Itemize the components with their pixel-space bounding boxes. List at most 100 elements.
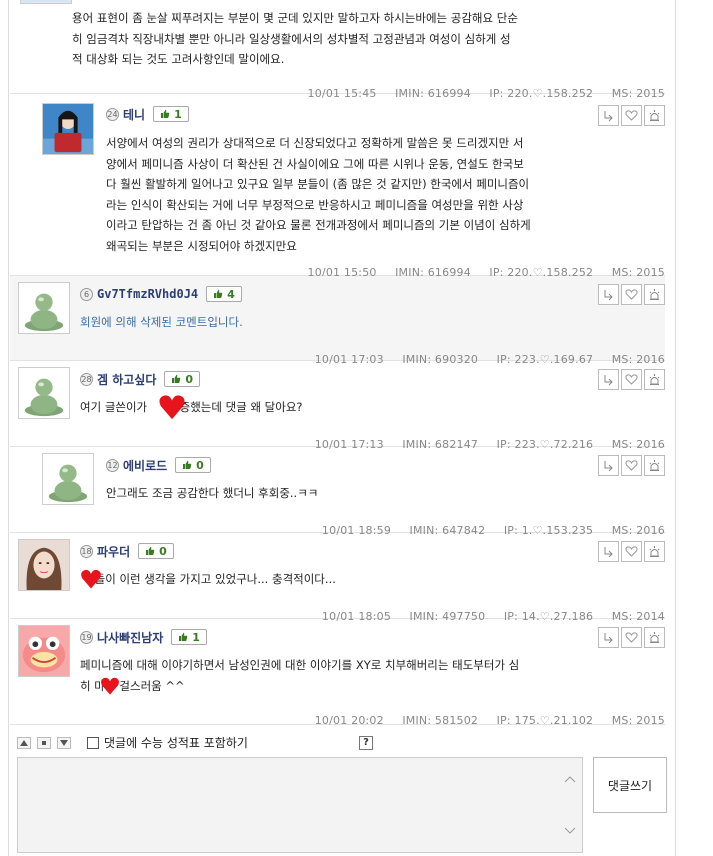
like-button[interactable]: 0: [164, 371, 201, 387]
avatar[interactable]: [18, 282, 70, 334]
heart-button[interactable]: [621, 369, 642, 390]
reply-arrow-icon: [604, 290, 613, 301]
move-top-button[interactable]: [37, 737, 51, 749]
reply-arrow-icon: [604, 111, 613, 122]
comment-date: 10/01 20:02: [314, 714, 384, 727]
heart-outline-icon: [625, 632, 638, 643]
heart-outline-icon: [625, 546, 638, 557]
like-button[interactable]: 0: [175, 457, 211, 473]
heart-button[interactable]: [621, 627, 642, 648]
comment-header: 24 테니 1: [106, 105, 189, 123]
triangle-down-icon: [60, 740, 68, 746]
nickname[interactable]: 테니: [123, 106, 145, 123]
like-count: 4: [227, 287, 235, 301]
comment-ip: IP: 175.♡.21.102: [496, 714, 594, 727]
include-score-checkbox[interactable]: [87, 737, 99, 749]
comment-text: 안그래도 조금 공감한다 했더니 후회중..ㅋㅋ: [106, 486, 319, 500]
like-count: 0: [159, 544, 167, 558]
siren-icon: [649, 632, 660, 643]
comment-item: 19 나사빠진남자 1 페미니즘에 대해 이야기하면서 남성인권에 대한 이야기…: [10, 619, 665, 727]
reply-arrow-icon: [604, 461, 613, 472]
like-button[interactable]: 4: [206, 286, 242, 302]
level-badge: 6: [80, 287, 93, 301]
move-down-button[interactable]: [57, 737, 71, 749]
thumbs-up-icon: [146, 546, 155, 555]
comment-text: 회원에 의해 삭제된 코멘트입니다.: [80, 315, 243, 329]
reply-arrow-icon: [604, 547, 613, 558]
heart-button[interactable]: [621, 455, 642, 476]
avatar[interactable]: [42, 103, 94, 155]
comment-text: 용어 표현이 좀 눈살 찌푸려지는 부분이 몇 군데 있지만 말하고자 하시는바…: [72, 11, 518, 66]
like-button[interactable]: 0: [138, 543, 174, 559]
report-button[interactable]: [644, 284, 665, 305]
report-button[interactable]: [644, 627, 665, 648]
triangle-up-icon: [20, 740, 28, 746]
include-score-label[interactable]: 댓글에 수능 성적표 포함하기: [104, 734, 248, 751]
comment-text: 페미니즘에 대해 이야기하면서 남성인권에 대한 이야기를 XY로 치부해버리는…: [80, 658, 520, 693]
level-badge: 24: [106, 107, 119, 121]
like-button[interactable]: 1: [153, 106, 189, 122]
comment-actions: [596, 284, 665, 305]
reply-button[interactable]: [598, 627, 619, 648]
like-count: 0: [185, 372, 194, 386]
avatar[interactable]: [18, 367, 70, 419]
nickname[interactable]: 파우더: [97, 543, 130, 560]
thumbs-up-icon: [183, 460, 192, 469]
heart-button[interactable]: [621, 284, 642, 305]
heart-button[interactable]: [621, 105, 642, 126]
scroll-down-icon[interactable]: [564, 826, 576, 836]
comment-header: 6 Gv7TfmzRVhd0J4 4: [80, 285, 242, 303]
reply-button[interactable]: [598, 105, 619, 126]
comment-actions: [596, 541, 665, 562]
heart-sticker-icon: [159, 395, 185, 420]
reply-button[interactable]: [598, 369, 619, 390]
comment-text: 여기 글쓴이가 인증했는데 댓글 왜 달아요?: [80, 400, 303, 414]
comment-text: 들이 이런 생각을 가지고 있었구나... 충격적이다...: [94, 572, 336, 586]
thumbs-up-icon: [179, 632, 188, 641]
thumbs-up-icon: [172, 374, 181, 383]
nickname[interactable]: Gv7TfmzRVhd0J4: [97, 287, 198, 301]
comment-item: 18 파우더 0 들이 이런 생각을 가지고 있었구나... 충격적이다... …: [10, 533, 665, 623]
comment-header: 12 에비로드 0: [106, 456, 211, 474]
submit-comment-button[interactable]: 댓글쓰기: [593, 757, 667, 813]
heart-sticker-icon: [101, 677, 119, 695]
siren-icon: [649, 374, 660, 385]
comment-text: 서양에서 여성의 권리가 상대적으로 더 신장되었다고 정확하게 말씀은 못 드…: [106, 136, 531, 253]
comment-actions: [596, 627, 665, 648]
heart-outline-icon: [625, 374, 638, 385]
siren-icon: [649, 460, 660, 471]
reply-button[interactable]: [598, 541, 619, 562]
level-badge: 18: [80, 544, 93, 558]
like-count: 1: [174, 107, 182, 121]
reply-button[interactable]: [598, 455, 619, 476]
report-button[interactable]: [644, 455, 665, 476]
help-button[interactable]: ?: [359, 736, 373, 750]
comment-item: 28 겜 하고싶다 0 여기 글쓴이가 인증했는데 댓글 왜 달아요? 10/0…: [10, 361, 665, 451]
reply-button[interactable]: [598, 284, 619, 305]
siren-icon: [649, 546, 660, 557]
comment-meta: 10/01 20:02 IMIN: 581502 IP: 175.♡.21.10…: [300, 701, 665, 740]
comment-input[interactable]: [17, 757, 583, 853]
avatar[interactable]: [42, 453, 94, 505]
comment-item: 용어 표현이 좀 눈살 찌푸려지는 부분이 몇 군데 있지만 말하고자 하시는바…: [10, 0, 665, 100]
nickname[interactable]: 에비로드: [123, 457, 167, 474]
heart-outline-icon: [625, 289, 638, 300]
report-button[interactable]: [644, 369, 665, 390]
heart-outline-icon: [625, 460, 638, 471]
comment-header: 28 겜 하고싶다 0: [80, 370, 201, 388]
avatar[interactable]: [18, 539, 70, 591]
siren-icon: [649, 289, 660, 300]
nickname[interactable]: 겜 하고싶다: [97, 371, 156, 388]
report-button[interactable]: [644, 541, 665, 562]
nickname[interactable]: 나사빠진남자: [97, 629, 163, 646]
comment-header: 18 파우더 0: [80, 542, 174, 560]
square-icon: [42, 741, 46, 745]
move-up-button[interactable]: [17, 737, 31, 749]
comment-imin: IMIN: 581502: [402, 714, 479, 727]
scroll-up-icon[interactable]: [564, 774, 576, 784]
like-button[interactable]: 1: [171, 629, 207, 645]
report-button[interactable]: [644, 105, 665, 126]
avatar[interactable]: [18, 625, 70, 677]
heart-button[interactable]: [621, 541, 642, 562]
avatar[interactable]: [20, 0, 72, 4]
